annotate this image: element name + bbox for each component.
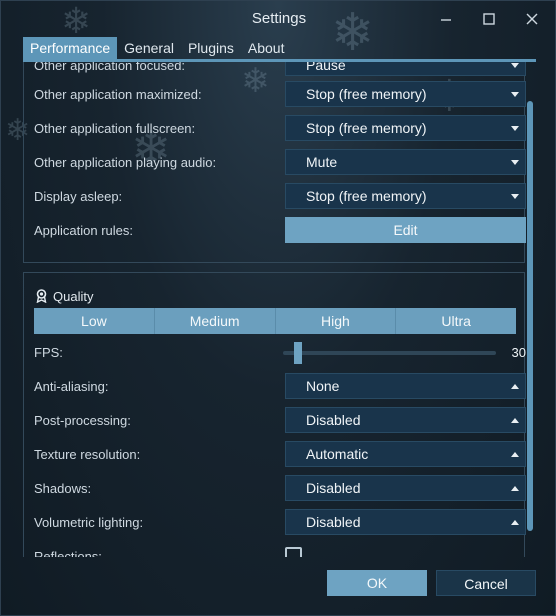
tab-bar: Performance General Plugins About xyxy=(23,37,291,61)
minimize-icon xyxy=(440,13,452,25)
quality-group: Quality Low Medium High Ultra FPS: 30 An… xyxy=(23,272,526,557)
setting-label: Texture resolution: xyxy=(34,447,141,462)
anti-aliasing-dropdown[interactable]: None xyxy=(285,373,526,399)
dropdown-value: Stop (free memory) xyxy=(306,120,427,136)
scrollbar-thumb[interactable] xyxy=(527,101,533,531)
cancel-button[interactable]: Cancel xyxy=(436,570,536,596)
chevron-up-icon xyxy=(511,416,519,424)
setting-row-fps: FPS: 30 xyxy=(34,339,526,367)
setting-label: Post-processing: xyxy=(34,413,131,428)
setting-label: Display asleep: xyxy=(34,189,123,204)
setting-row-app-rules: Application rules: Edit xyxy=(34,217,526,245)
post-processing-dropdown[interactable]: Disabled xyxy=(285,407,526,433)
settings-window: ❄ ❄ ❄ ❄ ❄ ❄ Settings Performance General… xyxy=(0,0,556,616)
edit-rules-button[interactable]: Edit xyxy=(285,217,526,243)
performance-group: Other application focused: Pause Other a… xyxy=(23,62,526,263)
minimize-button[interactable] xyxy=(434,9,458,29)
dropdown-value: Mute xyxy=(306,154,338,170)
display-asleep-dropdown[interactable]: Stop (free memory) xyxy=(285,183,526,209)
setting-row-reflections: Reflections: xyxy=(34,543,514,557)
tab-general[interactable]: General xyxy=(117,37,181,61)
setting-row-fullscreen: Other application fullscreen: Stop (free… xyxy=(34,115,526,143)
chevron-down-icon xyxy=(511,192,519,200)
chevron-down-icon xyxy=(511,62,519,69)
focused-dropdown[interactable]: Pause xyxy=(285,62,526,76)
dropdown-value: None xyxy=(306,378,340,394)
setting-row-volumetric-lighting: Volumetric lighting: Disabled xyxy=(34,509,526,537)
preset-high-button[interactable]: High xyxy=(276,308,397,334)
preset-low-button[interactable]: Low xyxy=(34,308,155,334)
setting-row-anti-aliasing: Anti-aliasing: None xyxy=(34,373,526,401)
maximized-dropdown[interactable]: Stop (free memory) xyxy=(285,81,526,107)
fps-slider-track[interactable] xyxy=(283,351,496,355)
close-icon xyxy=(526,13,538,25)
ok-button[interactable]: OK xyxy=(327,570,427,596)
dropdown-value: Stop (free memory) xyxy=(306,86,427,102)
chevron-up-icon xyxy=(511,484,519,492)
dropdown-value: Pause xyxy=(306,62,346,73)
tab-plugins[interactable]: Plugins xyxy=(181,37,241,61)
performance-panel: Other application focused: Pause Other a… xyxy=(23,62,528,557)
setting-label: Application rules: xyxy=(34,223,133,238)
close-button[interactable] xyxy=(520,9,544,29)
fps-value: 30 xyxy=(511,345,526,360)
fps-slider-thumb[interactable] xyxy=(293,342,302,364)
tab-about[interactable]: About xyxy=(241,37,292,61)
setting-row-shadows: Shadows: Disabled xyxy=(34,475,526,503)
setting-label: Other application playing audio: xyxy=(34,155,217,170)
setting-row-texture-resolution: Texture resolution: Automatic xyxy=(34,441,526,469)
preset-medium-button[interactable]: Medium xyxy=(155,308,276,334)
audio-dropdown[interactable]: Mute xyxy=(285,149,526,175)
setting-label: Other application focused: xyxy=(34,62,186,73)
texture-resolution-dropdown[interactable]: Automatic xyxy=(285,441,526,467)
chevron-down-icon xyxy=(511,124,519,132)
chevron-up-icon xyxy=(511,518,519,526)
chevron-up-icon xyxy=(511,450,519,458)
preset-ultra-button[interactable]: Ultra xyxy=(396,308,516,334)
setting-row-post-processing: Post-processing: Disabled xyxy=(34,407,526,435)
maximize-button[interactable] xyxy=(477,9,501,29)
quality-title-label: Quality xyxy=(53,288,94,304)
setting-row-focused: Other application focused: Pause xyxy=(34,62,526,80)
setting-label: Anti-aliasing: xyxy=(34,379,109,394)
setting-label: Other application maximized: xyxy=(34,87,202,102)
shadows-dropdown[interactable]: Disabled xyxy=(285,475,526,501)
setting-label: Shadows: xyxy=(34,481,92,496)
maximize-icon xyxy=(483,13,495,25)
setting-row-display-asleep: Display asleep: Stop (free memory) xyxy=(34,183,526,211)
volumetric-lighting-dropdown[interactable]: Disabled xyxy=(285,509,526,535)
dropdown-value: Disabled xyxy=(306,480,361,496)
tab-performance[interactable]: Performance xyxy=(23,37,118,61)
setting-label: Volumetric lighting: xyxy=(34,515,144,530)
dropdown-value: Disabled xyxy=(306,412,361,428)
medal-icon xyxy=(34,289,48,303)
setting-row-maximized: Other application maximized: Stop (free … xyxy=(34,81,526,109)
window-title: Settings xyxy=(251,10,307,27)
quality-presets: Low Medium High Ultra xyxy=(34,308,516,334)
dropdown-value: Disabled xyxy=(306,514,361,530)
title-bar[interactable]: Settings xyxy=(1,1,555,37)
setting-label: Reflections: xyxy=(34,549,102,557)
dropdown-value: Automatic xyxy=(306,446,369,462)
setting-label: FPS: xyxy=(34,345,63,360)
chevron-down-icon xyxy=(511,90,519,98)
chevron-down-icon xyxy=(511,158,519,166)
fullscreen-dropdown[interactable]: Stop (free memory) xyxy=(285,115,526,141)
reflections-checkbox[interactable] xyxy=(285,547,302,557)
dropdown-value: Stop (free memory) xyxy=(306,188,427,204)
setting-label: Other application fullscreen: xyxy=(34,121,196,136)
setting-row-audio: Other application playing audio: Mute xyxy=(34,149,526,177)
chevron-up-icon xyxy=(511,382,519,390)
quality-section-title: Quality xyxy=(34,287,93,305)
